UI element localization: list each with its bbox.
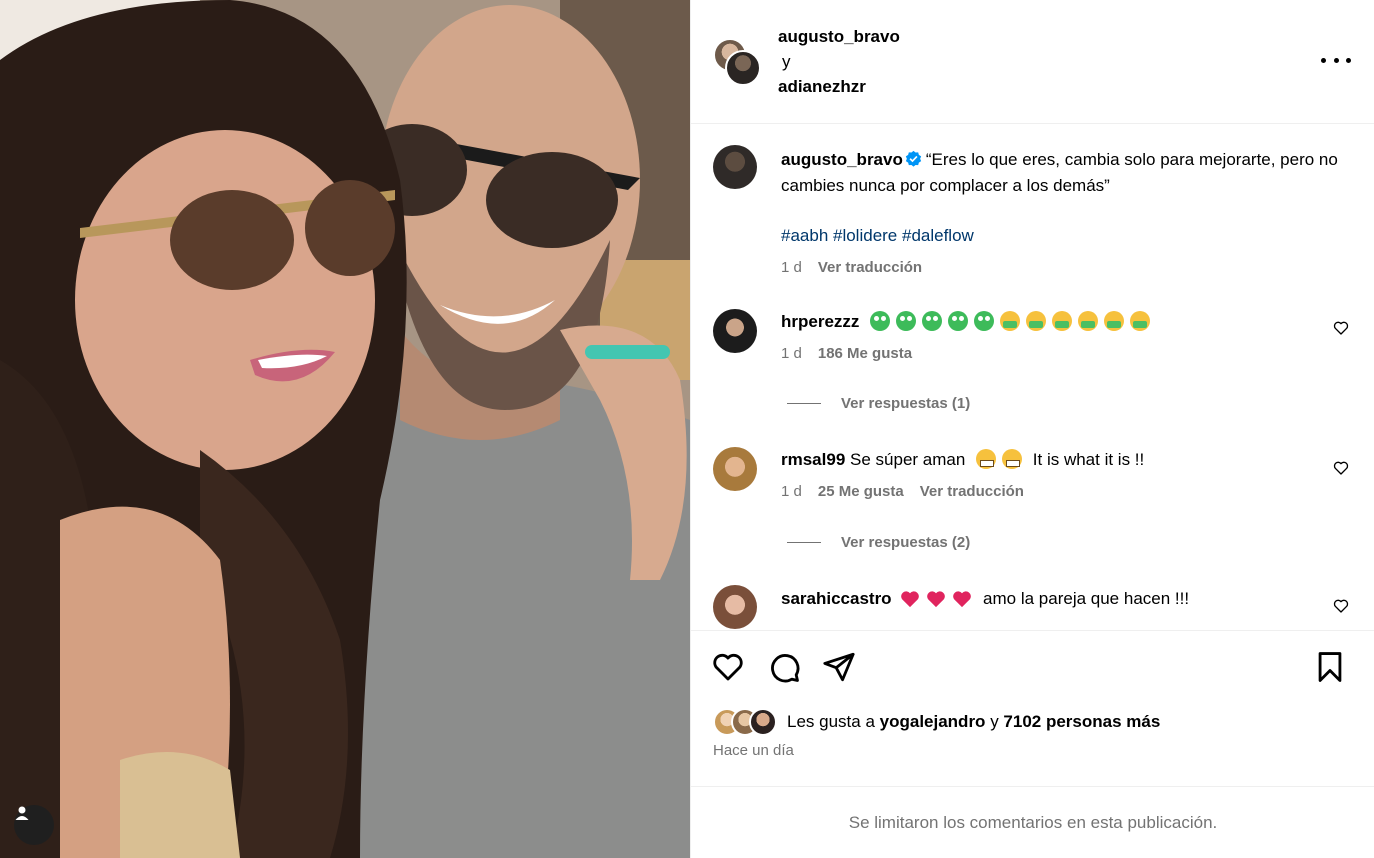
avatar[interactable]: [713, 309, 757, 353]
comment: hrperezzz 1 d 186 Me gusta: [781, 309, 1341, 367]
author-username[interactable]: augusto_bravo: [778, 24, 900, 49]
comment: rmsal99 Se súper aman It is what it is !…: [781, 447, 1341, 505]
collab-avatars[interactable]: [713, 38, 761, 86]
heart-icon[interactable]: [711, 650, 745, 684]
collaborator-username[interactable]: adianezhzr: [778, 74, 900, 99]
avatar[interactable]: [713, 145, 757, 189]
liker-avatars: [713, 707, 779, 737]
translate-link[interactable]: Ver traducción: [818, 255, 922, 281]
avatar[interactable]: [713, 585, 757, 629]
post-photo[interactable]: [0, 0, 690, 858]
post-actions: [691, 632, 1374, 692]
avatar[interactable]: [725, 50, 761, 86]
comment-username[interactable]: sarahiccastro: [781, 589, 892, 608]
comment-time[interactable]: 1 d: [781, 341, 802, 367]
caption-username[interactable]: augusto_bravo: [781, 150, 903, 169]
heart-icon[interactable]: [1333, 598, 1349, 614]
caption-time[interactable]: 1 d: [781, 255, 802, 281]
comment-likes[interactable]: 186 Me gusta: [818, 341, 912, 367]
share-icon[interactable]: [822, 650, 856, 684]
post-timestamp[interactable]: Hace un día: [713, 742, 794, 759]
more-options-button[interactable]: [1321, 50, 1351, 70]
caption: augusto_bravo “Eres lo que eres, cambia s…: [781, 147, 1341, 281]
comment-username[interactable]: rmsal99: [781, 450, 845, 469]
comment-icon[interactable]: [767, 650, 801, 684]
view-replies-button[interactable]: Ver respuestas (2): [787, 534, 970, 551]
comments-list[interactable]: augusto_bravo “Eres lo que eres, cambia s…: [691, 125, 1374, 631]
heart-icon[interactable]: [1333, 460, 1349, 476]
comment-likes[interactable]: 25 Me gusta: [818, 479, 904, 505]
grimace-emoji: [976, 449, 997, 469]
view-replies-button[interactable]: Ver respuestas (1): [787, 395, 970, 412]
comment-text: Se súper aman: [850, 450, 966, 469]
grimace-emoji: [1002, 449, 1023, 469]
heart-icon[interactable]: [1333, 320, 1349, 336]
collab-conjunction: y: [782, 52, 791, 71]
comment-text: It is what it is !!: [1032, 450, 1145, 469]
tagged-users-button[interactable]: [14, 805, 54, 845]
bookmark-icon[interactable]: [1313, 650, 1347, 684]
likes-count[interactable]: 7102 personas más: [1003, 712, 1160, 732]
comment-username[interactable]: hrperezzz: [781, 312, 859, 331]
comments-limited-notice: Se limitaron los comentarios en esta pub…: [691, 786, 1374, 858]
comment-time[interactable]: 1 d: [781, 479, 802, 505]
comment: sarahiccastro amo la pareja que hacen !!…: [781, 586, 1341, 612]
translate-link[interactable]: Ver traducción: [920, 479, 1024, 505]
likes-summary[interactable]: Les gusta a yogalejandro y 7102 personas…: [713, 705, 1160, 739]
more-icon: [1321, 57, 1326, 63]
caption-hashtags[interactable]: #aabh #lolidere #daleflow: [781, 223, 1341, 249]
photo-illustration: [0, 0, 690, 858]
verified-badge-icon: [905, 150, 922, 167]
heart-emojis: [900, 589, 983, 608]
liker-username[interactable]: yogalejandro: [880, 712, 986, 732]
post-side-panel: augusto_bravo y adianezhzr augusto_bravo…: [690, 0, 1374, 858]
likes-prefix: Les gusta a: [787, 712, 875, 731]
avatar[interactable]: [713, 447, 757, 491]
comment-emojis: [870, 311, 1156, 331]
user-tag-icon: [15, 806, 29, 820]
post-header: augusto_bravo y adianezhzr: [691, 0, 1374, 124]
likes-middle: y: [990, 712, 999, 731]
comment-text: amo la pareja que hacen !!!: [983, 589, 1190, 608]
